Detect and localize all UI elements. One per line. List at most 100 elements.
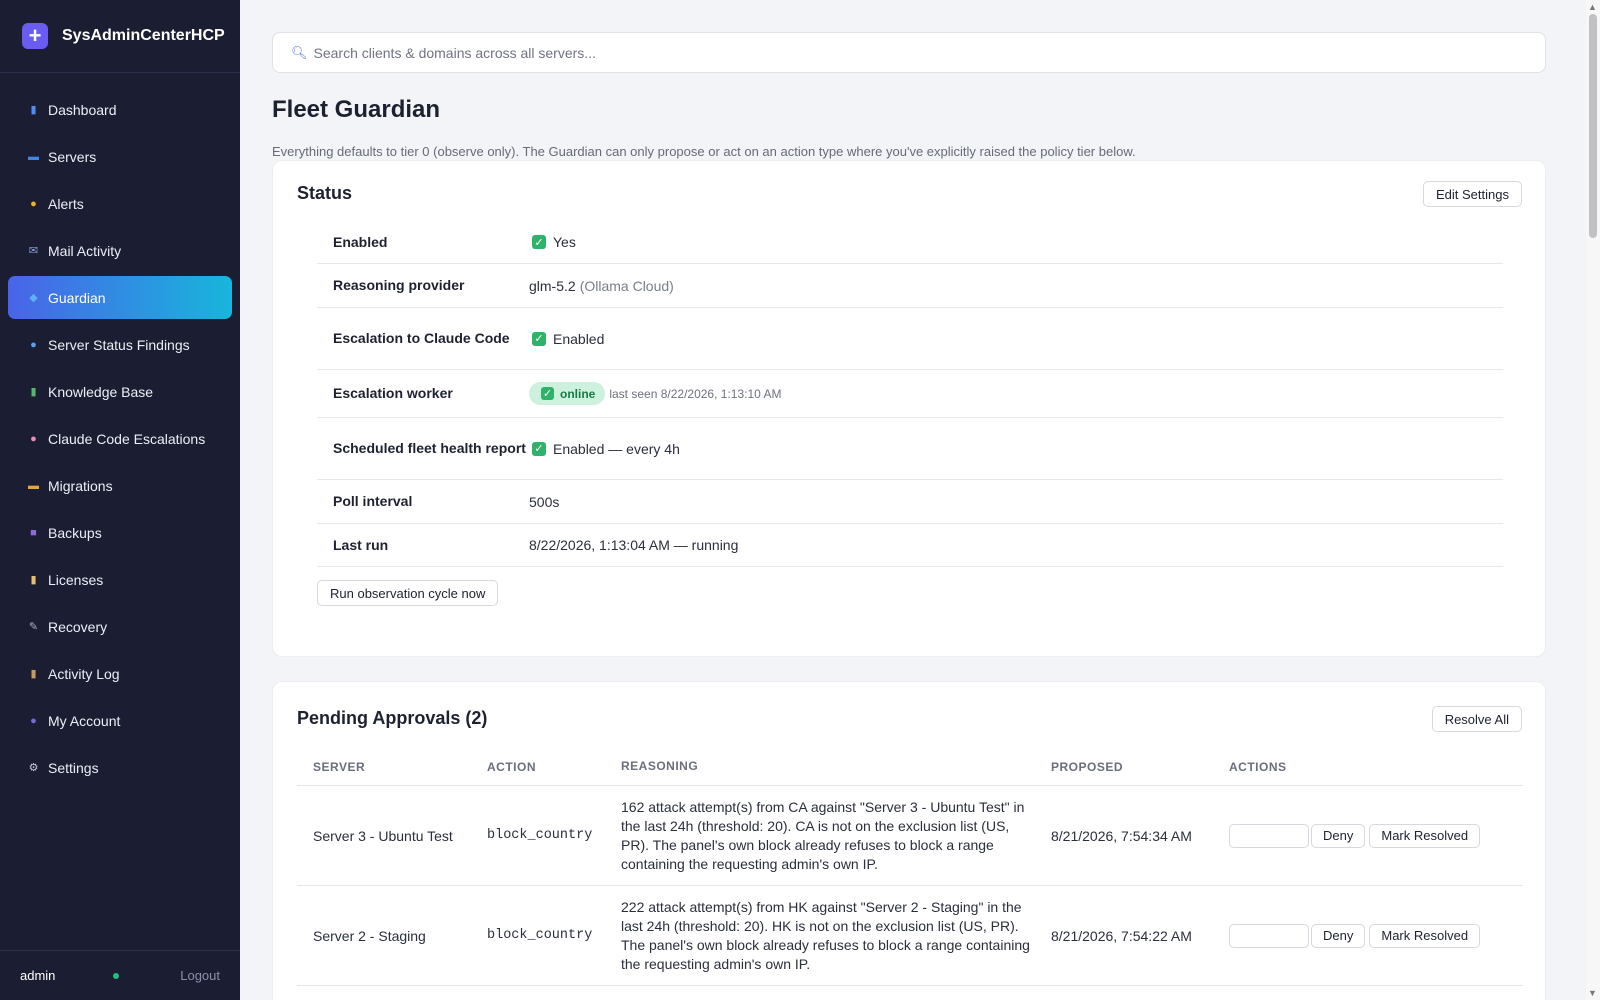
scroll-down-arrow-icon[interactable]: ▼ (1588, 988, 1597, 998)
search-input[interactable] (313, 44, 1514, 61)
deny-button[interactable]: Deny (1311, 923, 1366, 948)
server-cell: Server 2 - Staging (313, 927, 426, 944)
sidebar-item-alerts[interactable]: ● Alerts (8, 182, 232, 225)
pending-approvals-card: Pending Approvals (2) Resolve All SERVER… (272, 681, 1546, 1000)
check-icon: ✓ (532, 441, 546, 456)
resolve-all-button[interactable]: Resolve All (1431, 706, 1522, 732)
provider-value: glm-5.2 (529, 277, 576, 294)
sidebar-footer: admin Logout (0, 950, 240, 1000)
column-header: ACTIONS (1229, 759, 1287, 774)
status-key: Reasoning provider (333, 277, 465, 293)
column-header: PROPOSED (1051, 759, 1124, 774)
sidebar-item-settings[interactable]: ⚙ Settings (8, 746, 232, 789)
actions-cell: Deny Mark Resolved (1211, 923, 1523, 948)
online-status-dot (113, 972, 120, 979)
page-scrollbar[interactable]: ▲ ▼ (1586, 0, 1600, 1000)
mark-resolved-button[interactable]: Mark Resolved (1369, 923, 1481, 948)
edit-settings-button[interactable]: Edit Settings (1423, 181, 1522, 207)
sidebar-item-migrations[interactable]: ▬ Migrations (8, 464, 232, 507)
status-row-escalation: Escalation to Claude Code ✓ Enabled (317, 308, 1503, 370)
provider-extra: (Ollama Cloud) (579, 277, 674, 294)
sidebar-item-dashboard[interactable]: ▮ Dashboard (8, 88, 232, 131)
column-header: SERVER (313, 759, 366, 774)
sidebar-item-activity-log[interactable]: ▮ Activity Log (8, 652, 232, 695)
sidebar: + SysAdminCenterHCP ▮ Dashboard ▬ Servers ● A… (0, 0, 240, 1000)
mail-icon: ✉ (28, 245, 39, 257)
table-row: Server 3 - Ubuntu Test block_country 162 a… (297, 786, 1523, 886)
status-card: Status Edit Settings Enabled ✓ Yes Reaso… (272, 160, 1546, 657)
status-value: ✓ Enabled (529, 331, 604, 347)
gear-icon: ⚙ (28, 762, 39, 774)
check-icon: ✓ (541, 387, 554, 400)
status-key: Scheduled fleet health report (333, 440, 526, 456)
action-cell: block_country (487, 928, 593, 943)
action-cell: block_country (487, 828, 593, 843)
clipboard-icon: ▮ (30, 668, 37, 680)
note-input[interactable] (1229, 823, 1309, 848)
scroll-up-arrow-icon[interactable]: ▲ (1588, 2, 1597, 12)
status-badge: ✓ online (529, 382, 606, 405)
status-value: 500s (529, 493, 560, 510)
sidebar-item-label: Dashboard (48, 101, 117, 118)
status-key: Escalation worker (333, 385, 453, 401)
status-key: Escalation to Claude Code (333, 330, 510, 346)
app-name: SysAdminCenterHCP (62, 27, 225, 44)
proposed-cell: 8/21/2026, 7:54:34 AM (1051, 827, 1192, 844)
check-icon: ✓ (532, 235, 546, 249)
brand[interactable]: + SysAdminCenterHCP (0, 0, 240, 73)
sidebar-item-guardian[interactable]: ◆ Guardian (8, 276, 232, 319)
last-seen: last seen 8/22/2026, 1:13:10 AM (609, 386, 782, 401)
sidebar-item-label: Guardian (48, 289, 106, 306)
run-observation-button[interactable]: Run observation cycle now (317, 580, 499, 606)
wrench-icon: ✎ (28, 621, 39, 633)
status-value: ✓ Enabled — every 4h (529, 441, 680, 457)
brain-icon: ● (30, 432, 37, 445)
sidebar-item-my-account[interactable]: ● My Account (8, 699, 232, 742)
actions-cell: Deny Mark Resolved (1211, 823, 1523, 848)
sidebar-item-claude-code-escalations[interactable]: ● Claude Code Escalations (8, 417, 232, 460)
current-user: admin (20, 968, 56, 983)
sidebar-item-label: Mail Activity (48, 242, 122, 259)
sidebar-item-licenses[interactable]: ▮ Licenses (8, 558, 232, 601)
deny-button[interactable]: Deny (1311, 823, 1366, 848)
search-bar[interactable]: 🔍︎ (272, 32, 1546, 73)
truck-icon: ▬ (28, 479, 39, 492)
column-header: REASONING (621, 759, 699, 773)
proposed-cell: 8/21/2026, 7:54:22 AM (1051, 927, 1192, 944)
sidebar-item-label: Migrations (48, 477, 113, 494)
sidebar-item-label: Server Status Findings (48, 336, 190, 353)
sidebar-nav: ▮ Dashboard ▬ Servers ● Alerts ✉ Mail Activity ◆… (0, 73, 240, 789)
sidebar-item-servers[interactable]: ▬ Servers (8, 135, 232, 178)
sidebar-item-knowledge-base[interactable]: ▮ Knowledge Base (8, 370, 232, 413)
status-row-provider: Reasoning provider glm-5.2 (Ollama Cloud… (317, 264, 1503, 308)
scroll-icon: ▮ (30, 574, 37, 586)
mark-resolved-button[interactable]: Mark Resolved (1369, 823, 1481, 848)
approvals-table: SERVER ACTION REASONING PROPOSED ACTIONS… (297, 748, 1523, 986)
bar-chart-icon: ▮ (30, 104, 37, 116)
note-input[interactable] (1229, 923, 1309, 948)
logout-link[interactable]: Logout (180, 968, 220, 983)
enabled-value: Yes (553, 234, 576, 250)
monitor-icon: ▬ (28, 150, 39, 163)
scroll-thumb[interactable] (1589, 14, 1597, 238)
status-table: Enabled ✓ Yes Reasoning provider glm-5.2… (317, 221, 1503, 567)
sidebar-item-server-status-findings[interactable]: ● Server Status Findings (8, 323, 232, 366)
status-value: glm-5.2 (Ollama Cloud) (529, 278, 674, 294)
sidebar-item-mail-activity[interactable]: ✉ Mail Activity (8, 229, 232, 272)
sidebar-item-label: Licenses (48, 571, 104, 588)
status-row-poll: Poll interval 500s (317, 480, 1503, 524)
books-icon: ▮ (30, 386, 37, 398)
magnifier-icon: ● (30, 338, 37, 351)
main-content: 🔍︎ Fleet Guardian Everything defaults to… (240, 0, 1586, 1000)
status-key: Last run (333, 536, 389, 553)
escalation-value: Enabled (553, 330, 605, 347)
table-row: Server 2 - Staging block_country 222 attac… (297, 886, 1523, 986)
status-row-worker: Escalation worker ✓ online last seen 8/2… (317, 370, 1503, 418)
sidebar-item-backups[interactable]: ■ Backups (8, 511, 232, 554)
sidebar-item-label: Backups (48, 524, 102, 541)
status-value: ✓ online last seen 8/22/2026, 1:13:10 AM (529, 382, 781, 405)
sidebar-item-recovery[interactable]: ✎ Recovery (8, 605, 232, 648)
page-subtitle: Everything defaults to tier 0 (observe o… (272, 144, 1136, 159)
sidebar-item-label: Knowledge Base (48, 383, 154, 400)
status-key: Enabled (333, 233, 388, 250)
